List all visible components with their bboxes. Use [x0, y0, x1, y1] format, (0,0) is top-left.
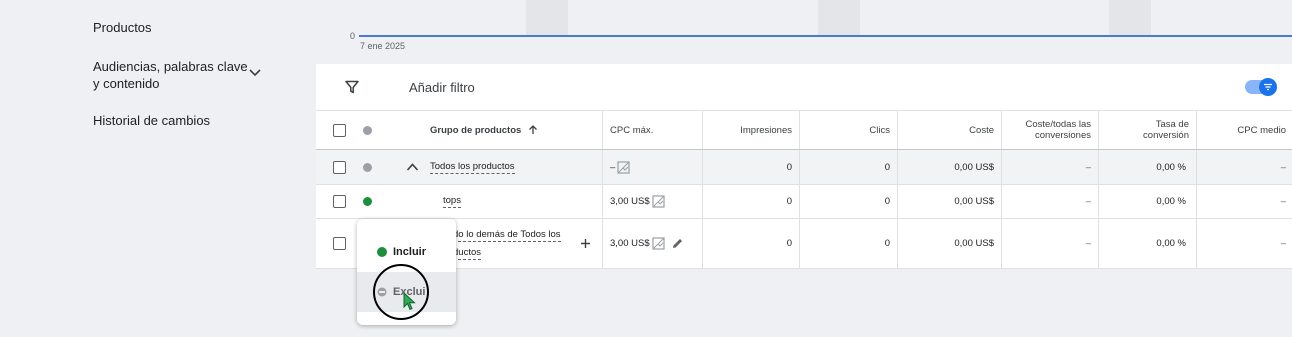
max-cpc-cell: 3,00 US$ — [602, 185, 702, 218]
header-cost[interactable]: Coste — [897, 111, 1001, 149]
product-group-cell: tops — [443, 185, 602, 218]
x-axis-date-label: 7 ene 2025 — [360, 41, 406, 51]
image-placeholder-icon — [652, 237, 665, 250]
clicks-cell: 0 — [799, 150, 897, 184]
cost-cell: 0,00 US$ — [897, 185, 1001, 218]
max-cpc-value: – — [610, 161, 616, 173]
chevron-up-icon[interactable] — [406, 162, 419, 172]
header-impressions[interactable]: Impresiones — [702, 111, 799, 149]
segment-toggle[interactable] — [1245, 78, 1277, 96]
header-conv-rate-label: Tasa de conversión — [1143, 119, 1189, 141]
cost-conv-cell: – — [1001, 150, 1098, 184]
weekend-band — [526, 0, 568, 36]
impressions-cell: 0 — [702, 150, 799, 184]
click-highlight-ring — [373, 264, 429, 320]
impressions-cell: 0 — [702, 219, 799, 268]
avg-cpc-cell: – — [1196, 150, 1292, 184]
max-cpc-value: 3,00 US$ — [610, 196, 650, 207]
row-checkbox[interactable] — [333, 237, 346, 250]
performance-chart: 0 7 ene 2025 — [316, 0, 1292, 64]
max-cpc-cell: 3,00 US$ — [602, 219, 702, 268]
header-clicks[interactable]: Clics — [799, 111, 897, 149]
product-group-name[interactable]: tops — [443, 195, 461, 208]
table-row: Todos los productos – 0 0 0,00 US$ – 0,0… — [316, 150, 1292, 185]
select-all-checkbox[interactable] — [333, 124, 346, 137]
add-subdivision-icon[interactable] — [580, 238, 591, 249]
row-checkbox[interactable] — [333, 161, 346, 174]
toggle-knob — [1259, 78, 1277, 96]
cost-cell: 0,00 US$ — [897, 219, 1001, 268]
filter-icon[interactable] — [344, 79, 360, 95]
product-group-cell: Todos los productos — [430, 150, 602, 184]
sidebar: Productos Audiencias, palabras clave y c… — [0, 0, 300, 337]
avg-cpc-cell: – — [1196, 185, 1292, 218]
include-label: Incluir — [393, 246, 427, 258]
status-dot-header — [363, 126, 372, 135]
product-group-name[interactable]: Todos los productos — [430, 161, 515, 174]
header-cost-conv[interactable]: Coste/todas las conversiones — [1001, 111, 1098, 149]
table-row: tops 3,00 US$ 0 0 0,00 US$ – 0,00 % – — [316, 185, 1292, 219]
clicks-cell: 0 — [799, 219, 897, 268]
conv-rate-cell: 0,00 % — [1098, 185, 1196, 218]
header-product-group[interactable]: Grupo de productos — [430, 111, 602, 149]
header-conv-rate[interactable]: Tasa de conversión — [1098, 111, 1196, 149]
add-filter-button[interactable]: Añadir filtro — [409, 80, 475, 95]
edit-pencil-icon[interactable] — [671, 237, 684, 250]
cost-conv-cell: – — [1001, 185, 1098, 218]
header-max-cpc[interactable]: CPC máx. — [602, 111, 702, 149]
chevron-down-icon[interactable] — [248, 68, 262, 78]
status-dot — [363, 197, 372, 206]
filter-lines-icon — [1264, 83, 1272, 91]
image-placeholder-icon — [652, 195, 665, 208]
max-cpc-cell: – — [602, 150, 702, 184]
header-cost-conv-label: Coste/todas las conversiones — [1025, 119, 1091, 141]
weekend-band — [818, 0, 860, 36]
conv-rate-cell: 0,00 % — [1098, 150, 1196, 184]
product-group-name-line1[interactable]: do lo demás de Todos los — [453, 228, 561, 242]
weekend-band — [1109, 0, 1151, 36]
sort-arrow-up-icon — [529, 125, 538, 134]
impressions-cell: 0 — [702, 185, 799, 218]
status-dot — [363, 163, 372, 172]
chart-series-line — [359, 35, 1292, 37]
filter-bar: Añadir filtro — [316, 64, 1292, 111]
product-group-name-line2[interactable]: ductos — [453, 246, 481, 260]
max-cpc-value: 3,00 US$ — [610, 238, 650, 249]
conv-rate-cell: 0,00 % — [1098, 219, 1196, 268]
row-checkbox[interactable] — [333, 195, 346, 208]
sidebar-item-historial[interactable]: Historial de cambios — [93, 112, 210, 129]
y-axis-zero-label: 0 — [350, 31, 356, 41]
sidebar-item-productos[interactable]: Productos — [93, 19, 152, 36]
clicks-cell: 0 — [799, 185, 897, 218]
mouse-cursor-icon — [403, 292, 416, 311]
product-groups-table-panel: Añadir filtro Grupo de productos CPC máx… — [316, 64, 1292, 269]
cost-cell: 0,00 US$ — [897, 150, 1001, 184]
image-placeholder-icon — [617, 160, 630, 174]
table-row: do lo demás de Todos los ductos 3,00 US$… — [316, 219, 1292, 269]
header-product-group-label: Grupo de productos — [430, 124, 522, 136]
table-header-row: Grupo de productos CPC máx. Impresiones … — [316, 111, 1292, 150]
sidebar-item-audiencias[interactable]: Audiencias, palabras clave y contenido — [93, 58, 253, 92]
include-dot-icon — [377, 247, 387, 257]
cost-conv-cell: – — [1001, 219, 1098, 268]
avg-cpc-cell: – — [1196, 219, 1292, 268]
product-group-cell: do lo demás de Todos los ductos — [453, 219, 583, 268]
header-avg-cpc[interactable]: CPC medio — [1196, 111, 1292, 149]
